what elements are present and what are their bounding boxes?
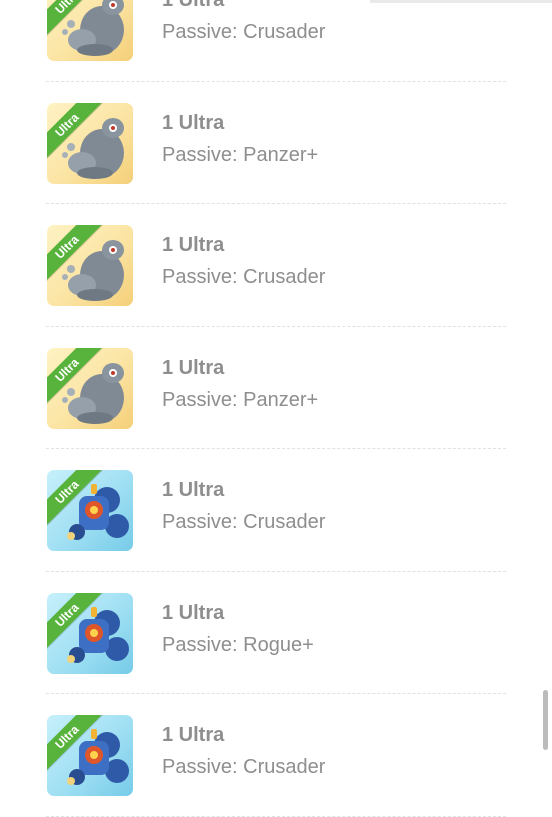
monster-thumbnail: Ultra: [47, 0, 133, 61]
item-passive: Passive: Crusader: [162, 266, 326, 288]
monster-thumbnail: Ultra: [47, 225, 133, 306]
item-title: 1 Ultra: [162, 234, 225, 256]
list-item[interactable]: Ultra 1 Ultra Passive: Rogue+: [0, 572, 552, 694]
monster-thumbnail: Ultra: [47, 102, 133, 184]
item-title: 1 Ultra: [162, 479, 225, 501]
item-passive: Passive: Panzer+: [162, 388, 319, 411]
item-passive: Passive: Rogue+: [162, 633, 314, 656]
item-passive: Passive: Panzer+: [162, 143, 319, 166]
divider: [46, 815, 506, 817]
item-passive: Passive: Crusader: [162, 756, 326, 778]
list-item[interactable]: Ultra 1 Ultra Passive: Panzer+: [0, 82, 552, 204]
list-item[interactable]: Ultra 1 Ultra Passive: Crusader: [0, 449, 552, 572]
monster-thumbnail: Ultra: [47, 347, 133, 429]
item-title: 1 Ultra: [162, 601, 225, 624]
item-title: 1 Ultra: [162, 356, 225, 379]
list-item[interactable]: Ultra 1 Ultra Passive: Crusader: [0, 204, 552, 327]
item-list: Ultra 1 Ultra Passive: Crusader Ultra 1 …: [0, 0, 552, 817]
scrollbar[interactable]: [543, 690, 548, 750]
item-passive: Passive: Crusader: [162, 511, 326, 533]
monster-thumbnail: Ultra: [47, 592, 133, 674]
item-passive: Passive: Crusader: [162, 21, 326, 43]
item-title: 1 Ultra: [162, 724, 225, 746]
list-item[interactable]: Ultra 1 Ultra Passive: Crusader: [0, 0, 552, 82]
monster-thumbnail: Ultra: [47, 470, 133, 551]
monster-thumbnail: Ultra: [47, 715, 133, 796]
list-item[interactable]: Ultra 1 Ultra Passive: Crusader: [0, 694, 552, 817]
item-title: 1 Ultra: [162, 0, 225, 11]
list-item[interactable]: Ultra 1 Ultra Passive: Panzer+: [0, 327, 552, 449]
item-title: 1 Ultra: [162, 111, 225, 134]
